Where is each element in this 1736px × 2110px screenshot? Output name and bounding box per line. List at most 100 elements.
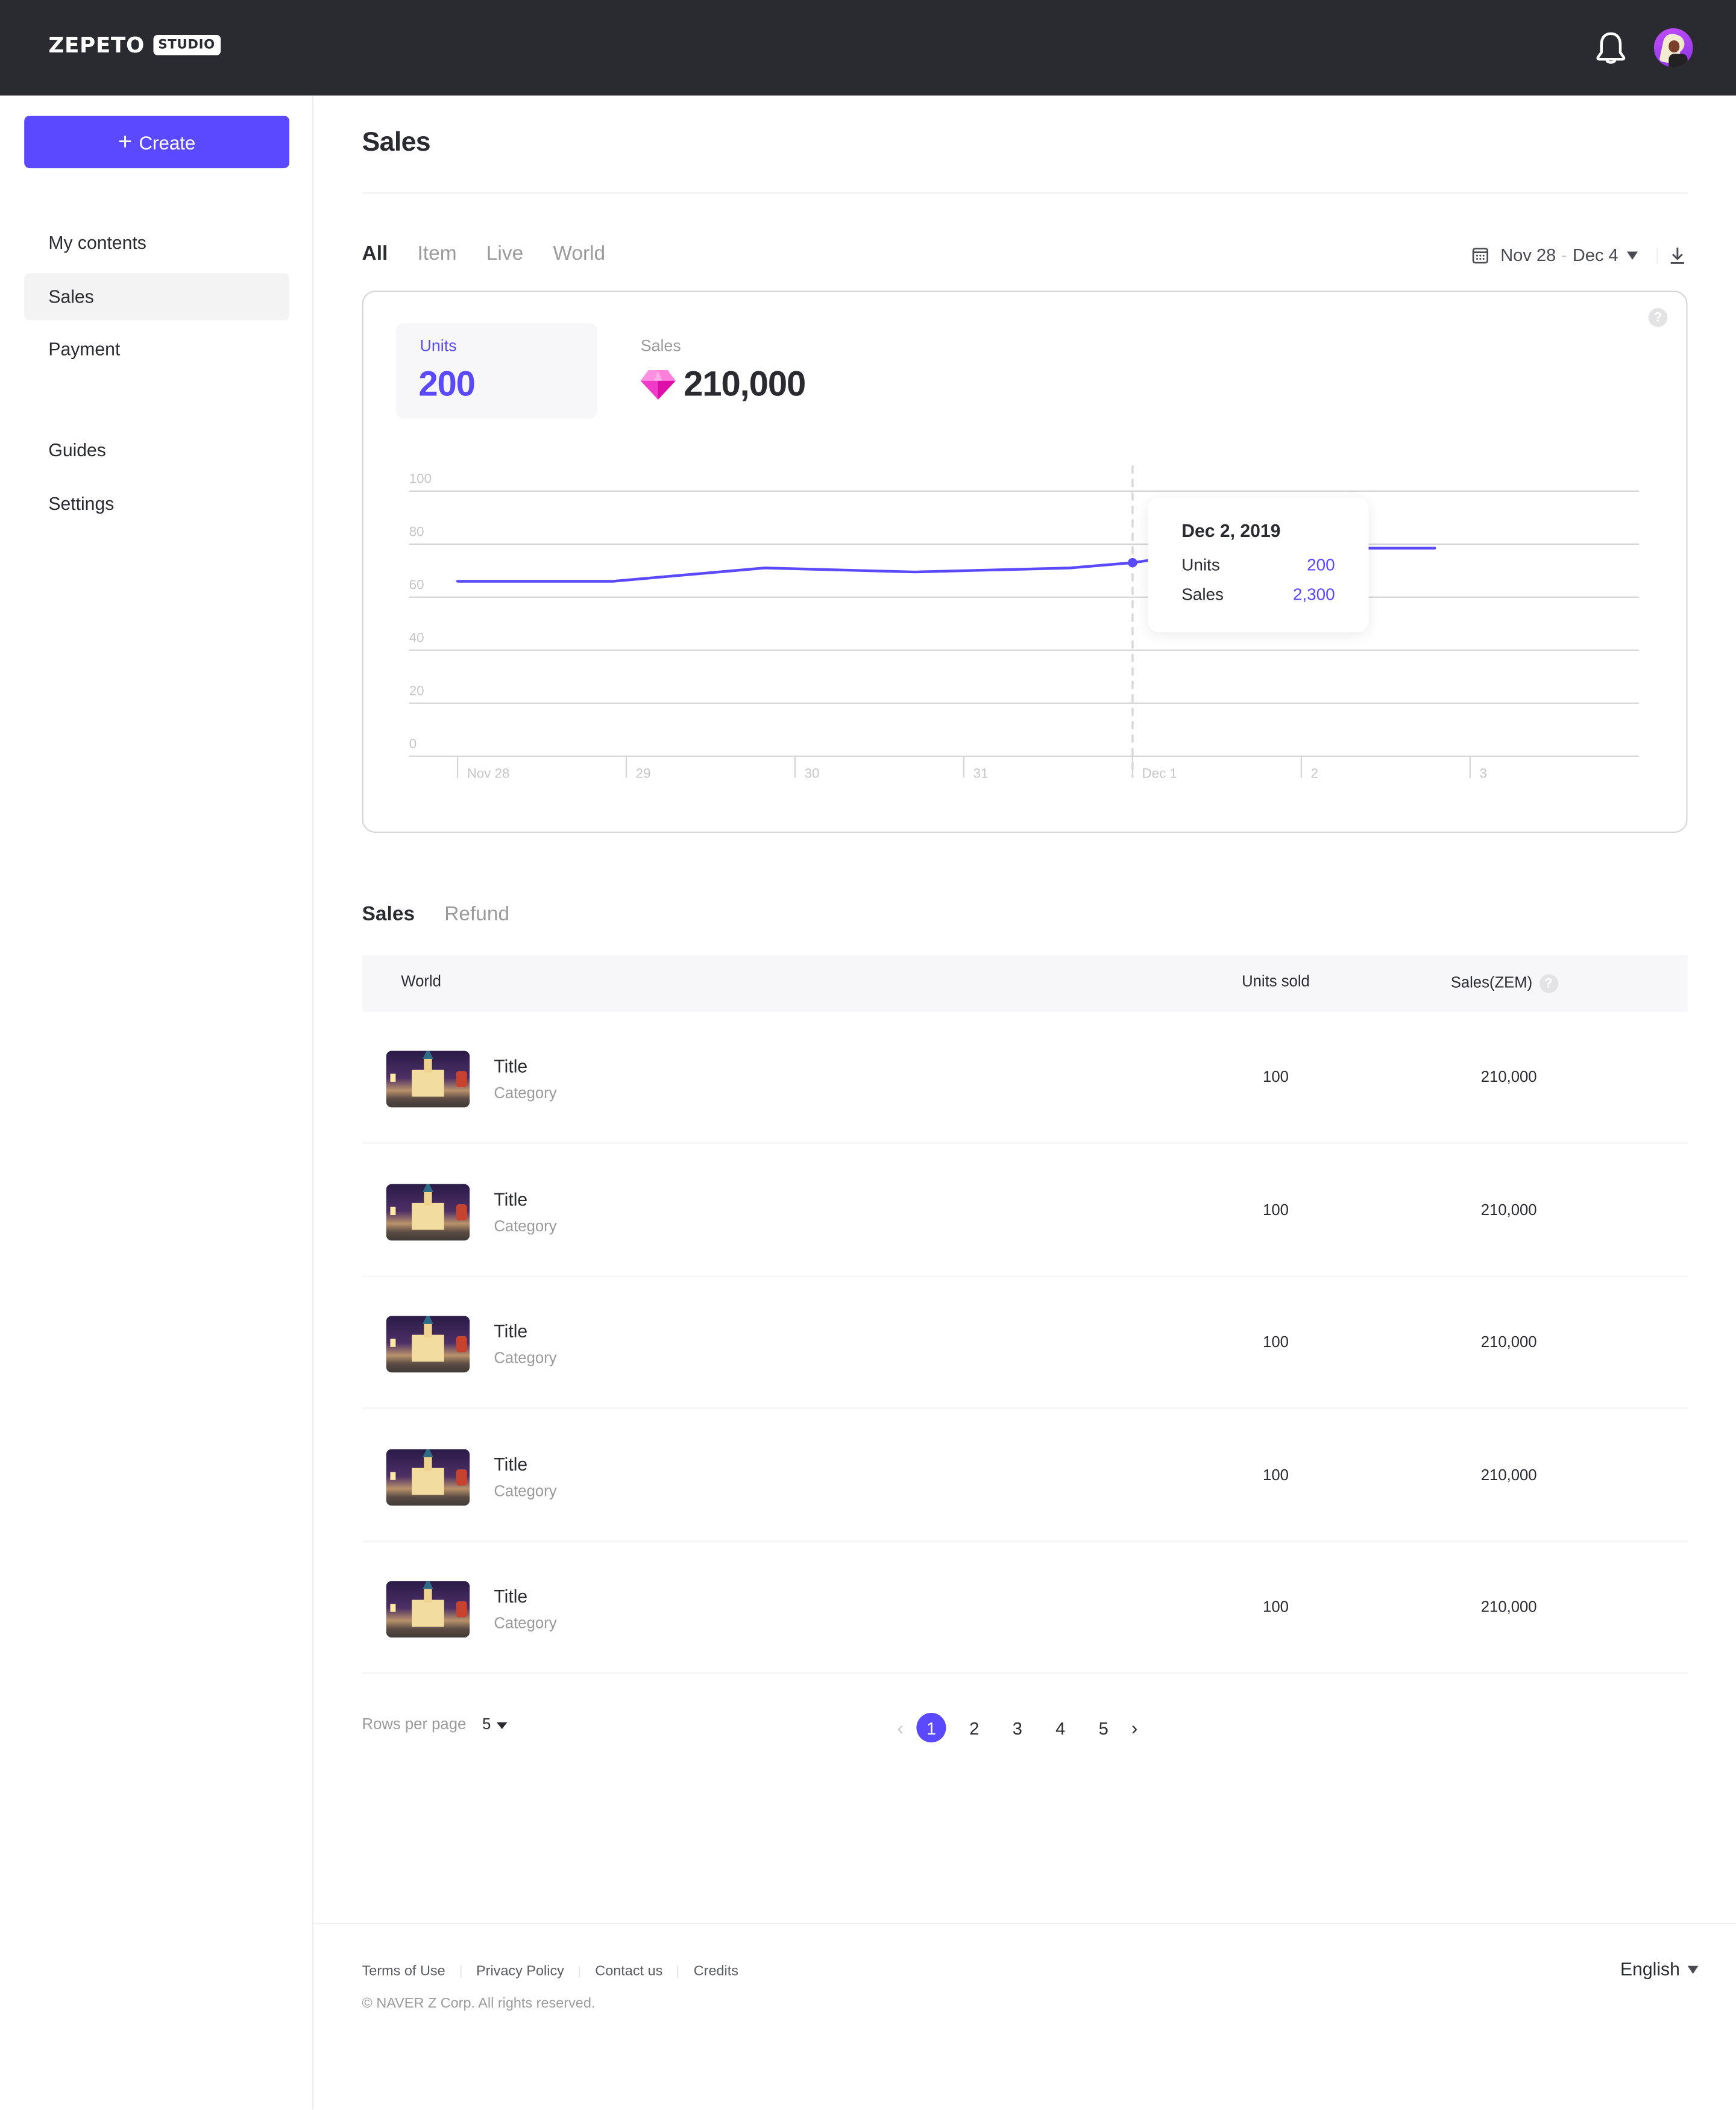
- footer-divider: [313, 1923, 1736, 1924]
- row-category: Category: [494, 1219, 556, 1235]
- table-header: World Units sold Sales(ZEM) ?: [362, 955, 1688, 1012]
- x-tick-label: Nov 28: [467, 765, 510, 780]
- row-title: Title: [494, 1057, 527, 1076]
- tab-refund[interactable]: Refund: [444, 903, 509, 926]
- rows-per-page: Rows per page 5: [362, 1717, 508, 1733]
- row-category: Category: [494, 1616, 556, 1632]
- x-tick-label: 30: [805, 765, 820, 780]
- page-5-button[interactable]: 5: [1089, 1713, 1118, 1742]
- thumbnail-spire: [423, 1581, 433, 1589]
- y-tick-label: 0: [409, 736, 417, 751]
- thumbnail-spire: [423, 1184, 433, 1192]
- row-units-sold: 100: [1195, 1468, 1357, 1484]
- thumbnail-lamp: [390, 1471, 395, 1479]
- thumbnail-lamp: [390, 1206, 395, 1214]
- world-thumbnail: [386, 1316, 470, 1372]
- rows-per-page-label: Rows per page: [362, 1717, 467, 1733]
- thumbnail-lamp: [390, 1604, 395, 1612]
- thumbnail-carousel: [456, 1204, 467, 1220]
- y-tick-label: 60: [409, 577, 424, 592]
- footer-separator: [460, 1965, 461, 1977]
- page-2-button[interactable]: 2: [960, 1713, 989, 1742]
- row-category: Category: [494, 1351, 556, 1367]
- row-sales: 210,000: [1451, 1070, 1537, 1086]
- x-tick-label: Dec 1: [1142, 765, 1177, 780]
- world-thumbnail: [386, 1051, 470, 1108]
- footer-separator: [579, 1965, 580, 1977]
- thumbnail-castle: [412, 1600, 444, 1627]
- rows-per-page-value: 5: [482, 1717, 491, 1733]
- footer-link-contact[interactable]: Contact us: [595, 1963, 662, 1979]
- row-title: Title: [494, 1586, 527, 1606]
- hover-point: [1128, 558, 1137, 568]
- thumbnail-carousel: [456, 1601, 467, 1618]
- footer-link-credits[interactable]: Credits: [694, 1963, 738, 1979]
- world-thumbnail: [386, 1581, 470, 1637]
- thumbnail-carousel: [456, 1469, 467, 1485]
- y-tick-label: 20: [409, 683, 424, 698]
- footer-links: Terms of Use Privacy Policy Contact us C…: [362, 1963, 738, 1979]
- tooltip-row-sales: Sales 2,300: [1181, 585, 1335, 604]
- x-tick-label: 2: [1311, 765, 1318, 780]
- thumbnail-spire: [423, 1316, 433, 1323]
- footer-link-privacy[interactable]: Privacy Policy: [476, 1963, 564, 1979]
- row-sales: 210,000: [1451, 1335, 1537, 1351]
- row-category: Category: [494, 1483, 556, 1499]
- column-header-sales[interactable]: Sales(ZEM) ?: [1451, 974, 1558, 993]
- row-units-sold: 100: [1195, 1070, 1357, 1086]
- page-4-button[interactable]: 4: [1046, 1713, 1075, 1742]
- tab-sales[interactable]: Sales: [362, 903, 415, 926]
- page: ZEPETO STUDIO + Create My contents Sales…: [0, 0, 1736, 2110]
- copyright: © NAVER Z Corp. All rights reserved.: [362, 1995, 596, 2012]
- row-title: Title: [494, 1321, 527, 1341]
- chart-tooltip: Dec 2, 2019 Units 200 Sales 2,300: [1148, 498, 1368, 632]
- question-icon[interactable]: ?: [1539, 974, 1558, 993]
- row-units-sold: 100: [1195, 1600, 1357, 1616]
- y-tick-label: 100: [409, 471, 432, 486]
- rows-per-page-select[interactable]: 5: [482, 1717, 507, 1733]
- thumbnail-lamp: [390, 1074, 395, 1082]
- page-3-button[interactable]: 3: [1002, 1713, 1032, 1742]
- footer-separator: [678, 1965, 679, 1977]
- column-header-units-sold[interactable]: Units sold: [1195, 974, 1357, 990]
- column-header-world[interactable]: World: [401, 974, 441, 990]
- caret-down-icon: [1688, 1965, 1699, 1973]
- pagination: ‹ 1 2 3 4 5 ›: [891, 1713, 1144, 1742]
- table-row[interactable]: Title Category 100 210,000: [362, 1410, 1688, 1542]
- tooltip-label: Units: [1181, 556, 1220, 574]
- table-row[interactable]: TitleCategory100210,000: [362, 1144, 1688, 1276]
- tooltip-value: 200: [1307, 556, 1335, 574]
- table-row[interactable]: Title Category 100 210,000: [362, 1277, 1688, 1409]
- y-tick-label: 40: [409, 630, 424, 645]
- caret-down-icon: [496, 1722, 507, 1729]
- table-row[interactable]: Title Category 100 210,000: [362, 1542, 1688, 1674]
- chevron-left-icon[interactable]: ‹: [891, 1717, 910, 1739]
- column-header-sales-label: Sales(ZEM): [1451, 976, 1533, 992]
- thumbnail-castle: [412, 1468, 444, 1495]
- language-label: English: [1620, 1959, 1680, 1979]
- tooltip-date: Dec 2, 2019: [1181, 521, 1280, 541]
- row-category: Category: [494, 1086, 556, 1102]
- world-thumbnail: [386, 1448, 470, 1505]
- row-units-sold: 100: [1195, 1202, 1357, 1219]
- table-tabs: Sales Refund: [362, 903, 539, 926]
- language-select[interactable]: English: [1620, 1959, 1699, 1979]
- units-line-chart: 020406080100Nov 28293031Dec 123: [0, 0, 1736, 861]
- thumbnail-carousel: [456, 1071, 467, 1087]
- tooltip-row-units: Units 200: [1181, 556, 1335, 574]
- row-title: Title: [494, 1454, 527, 1474]
- row-sales: 210,000: [1451, 1202, 1537, 1219]
- tooltip-label: Sales: [1181, 585, 1224, 604]
- y-tick-label: 80: [409, 524, 424, 539]
- thumbnail-castle: [412, 1202, 444, 1229]
- table-row[interactable]: Title Category 100 210,000: [362, 1012, 1688, 1144]
- page-1-button[interactable]: 1: [916, 1713, 946, 1742]
- row-sales: 210,000: [1451, 1600, 1537, 1616]
- row-sales: 210,000: [1451, 1468, 1537, 1484]
- x-tick-label: 31: [973, 765, 989, 780]
- thumbnail-castle: [412, 1070, 444, 1097]
- row-units-sold: 100: [1195, 1335, 1357, 1351]
- chevron-right-icon[interactable]: ›: [1125, 1717, 1143, 1739]
- footer-link-terms[interactable]: Terms of Use: [362, 1963, 445, 1979]
- thumbnail-castle: [412, 1335, 444, 1362]
